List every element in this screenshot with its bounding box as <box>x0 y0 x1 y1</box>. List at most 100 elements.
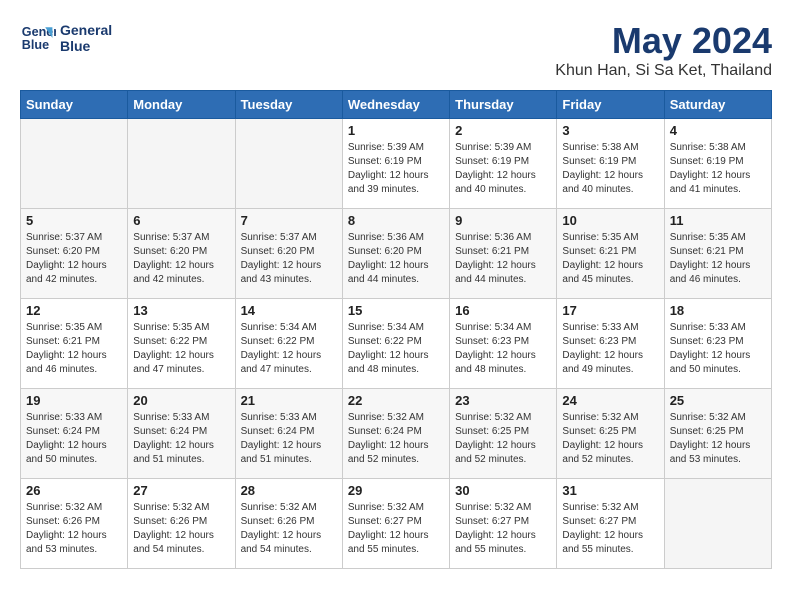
day-info: Sunrise: 5:32 AMSunset: 6:25 PMDaylight:… <box>670 411 766 467</box>
day-number: 16 <box>455 303 551 318</box>
calendar-cell: 30 Sunrise: 5:32 AMSunset: 6:27 PMDayligh… <box>450 479 557 569</box>
calendar-cell: 4Sunrise: 5:38 AMSunset: 6:19 PMDaylight… <box>664 119 771 209</box>
day-number: 6 <box>133 213 229 228</box>
calendar-cell: 15 Sunrise: 5:34 AMSunset: 6:22 PMDayligh… <box>342 299 449 389</box>
calendar-cell: 13 Sunrise: 5:35 AMSunset: 6:22 PMDayligh… <box>128 299 235 389</box>
calendar-cell: 25 Sunrise: 5:32 AMSunset: 6:25 PMDayligh… <box>664 389 771 479</box>
calendar-week-row: 5 Sunrise: 5:37 AMSunset: 6:20 PMDaylight… <box>21 209 772 299</box>
calendar-cell: 7 Sunrise: 5:37 AMSunset: 6:20 PMDaylight… <box>235 209 342 299</box>
calendar-cell: 5Sunrise: 5:37 AMSunset: 6:20 PMDaylight… <box>21 209 128 299</box>
day-info: Sunrise: 5:38 AMSunset: 6:19 PMDaylight:… <box>562 141 658 197</box>
calendar-cell: 10Sunrise: 5:35 AMSunset: 6:21 PMDayligh… <box>557 209 664 299</box>
logo: General Blue General Blue <box>20 20 112 56</box>
calendar-cell: 17Sunrise: 5:33 AMSunset: 6:23 PMDayligh… <box>557 299 664 389</box>
calendar-cell: 14Sunrise: 5:34 AMSunset: 6:22 PMDayligh… <box>235 299 342 389</box>
day-info: Sunrise: 5:37 AMSunset: 6:20 PMDaylight:… <box>241 231 337 287</box>
calendar-cell: 29 Sunrise: 5:32 AMSunset: 6:27 PMDayligh… <box>342 479 449 569</box>
day-number: 8 <box>348 213 444 228</box>
day-info: Sunrise: 5:36 AMSunset: 6:21 PMDaylight:… <box>455 231 551 287</box>
calendar-cell: 11 Sunrise: 5:35 AMSunset: 6:21 PMDayligh… <box>664 209 771 299</box>
day-info: Sunrise: 5:32 AMSunset: 6:26 PMDaylight:… <box>133 501 229 557</box>
day-number: 15 <box>348 303 444 318</box>
day-info: Sunrise: 5:32 AMSunset: 6:25 PMDaylight:… <box>455 411 551 467</box>
day-number: 25 <box>670 393 766 408</box>
calendar-cell: 31Sunrise: 5:32 AMSunset: 6:27 PMDayligh… <box>557 479 664 569</box>
calendar-week-row: 1 Sunrise: 5:39 AMSunset: 6:19 PMDaylight… <box>21 119 772 209</box>
day-info: Sunrise: 5:34 AMSunset: 6:22 PMDaylight:… <box>348 321 444 377</box>
calendar-cell: 23 Sunrise: 5:32 AMSunset: 6:25 PMDayligh… <box>450 389 557 479</box>
calendar-title: May 2024 <box>555 20 772 62</box>
day-number: 30 <box>455 483 551 498</box>
day-info: Sunrise: 5:32 AMSunset: 6:27 PMDaylight:… <box>348 501 444 557</box>
day-info: Sunrise: 5:32 AMSunset: 6:25 PMDaylight:… <box>562 411 658 467</box>
day-info: Sunrise: 5:32 AMSunset: 6:26 PMDaylight:… <box>26 501 122 557</box>
calendar-cell: 6 Sunrise: 5:37 AMSunset: 6:20 PMDaylight… <box>128 209 235 299</box>
calendar-cell: 27 Sunrise: 5:32 AMSunset: 6:26 PMDayligh… <box>128 479 235 569</box>
weekday-header-saturday: Saturday <box>664 91 771 119</box>
calendar-cell: 24 Sunrise: 5:32 AMSunset: 6:25 PMDayligh… <box>557 389 664 479</box>
day-info: Sunrise: 5:32 AMSunset: 6:27 PMDaylight:… <box>455 501 551 557</box>
calendar-body: 1 Sunrise: 5:39 AMSunset: 6:19 PMDaylight… <box>21 119 772 569</box>
day-info: Sunrise: 5:32 AMSunset: 6:26 PMDaylight:… <box>241 501 337 557</box>
day-info: Sunrise: 5:35 AMSunset: 6:22 PMDaylight:… <box>133 321 229 377</box>
day-number: 12 <box>26 303 122 318</box>
day-info: Sunrise: 5:39 AMSunset: 6:19 PMDaylight:… <box>455 141 551 197</box>
weekday-header-row: SundayMondayTuesdayWednesdayThursdayFrid… <box>21 91 772 119</box>
calendar-subtitle: Khun Han, Si Sa Ket, Thailand <box>555 62 772 80</box>
weekday-header-sunday: Sunday <box>21 91 128 119</box>
weekday-header-thursday: Thursday <box>450 91 557 119</box>
calendar-cell: 9Sunrise: 5:36 AMSunset: 6:21 PMDaylight… <box>450 209 557 299</box>
day-info: Sunrise: 5:39 AMSunset: 6:19 PMDaylight:… <box>348 141 444 197</box>
calendar-week-row: 26 Sunrise: 5:32 AMSunset: 6:26 PMDayligh… <box>21 479 772 569</box>
day-number: 14 <box>241 303 337 318</box>
calendar-cell: 20 Sunrise: 5:33 AMSunset: 6:24 PMDayligh… <box>128 389 235 479</box>
day-number: 18 <box>670 303 766 318</box>
page-header: General Blue General Blue May 2024 Khun … <box>20 20 772 80</box>
svg-text:Blue: Blue <box>22 38 49 52</box>
day-info: Sunrise: 5:37 AMSunset: 6:20 PMDaylight:… <box>133 231 229 287</box>
day-number: 1 <box>348 123 444 138</box>
day-number: 2 <box>455 123 551 138</box>
logo-line2: Blue <box>60 38 112 54</box>
day-number: 11 <box>670 213 766 228</box>
day-info: Sunrise: 5:33 AMSunset: 6:24 PMDaylight:… <box>133 411 229 467</box>
calendar-cell: 1 Sunrise: 5:39 AMSunset: 6:19 PMDaylight… <box>342 119 449 209</box>
day-number: 26 <box>26 483 122 498</box>
calendar-cell: 18 Sunrise: 5:33 AMSunset: 6:23 PMDayligh… <box>664 299 771 389</box>
calendar-cell <box>128 119 235 209</box>
calendar-cell <box>235 119 342 209</box>
weekday-header-tuesday: Tuesday <box>235 91 342 119</box>
day-info: Sunrise: 5:33 AMSunset: 6:23 PMDaylight:… <box>670 321 766 377</box>
day-number: 7 <box>241 213 337 228</box>
day-info: Sunrise: 5:33 AMSunset: 6:24 PMDaylight:… <box>241 411 337 467</box>
logo-icon: General Blue <box>20 20 56 56</box>
day-number: 5 <box>26 213 122 228</box>
day-number: 13 <box>133 303 229 318</box>
day-info: Sunrise: 5:35 AMSunset: 6:21 PMDaylight:… <box>562 231 658 287</box>
day-info: Sunrise: 5:35 AMSunset: 6:21 PMDaylight:… <box>670 231 766 287</box>
day-number: 20 <box>133 393 229 408</box>
day-info: Sunrise: 5:38 AMSunset: 6:19 PMDaylight:… <box>670 141 766 197</box>
day-number: 27 <box>133 483 229 498</box>
calendar-cell: 2 Sunrise: 5:39 AMSunset: 6:19 PMDaylight… <box>450 119 557 209</box>
day-number: 29 <box>348 483 444 498</box>
calendar-cell: 26 Sunrise: 5:32 AMSunset: 6:26 PMDayligh… <box>21 479 128 569</box>
day-number: 24 <box>562 393 658 408</box>
day-info: Sunrise: 5:34 AMSunset: 6:23 PMDaylight:… <box>455 321 551 377</box>
day-info: Sunrise: 5:36 AMSunset: 6:20 PMDaylight:… <box>348 231 444 287</box>
calendar-cell <box>664 479 771 569</box>
day-number: 23 <box>455 393 551 408</box>
calendar-cell: 21Sunrise: 5:33 AMSunset: 6:24 PMDayligh… <box>235 389 342 479</box>
calendar-cell: 28Sunrise: 5:32 AMSunset: 6:26 PMDayligh… <box>235 479 342 569</box>
day-number: 31 <box>562 483 658 498</box>
day-info: Sunrise: 5:33 AMSunset: 6:23 PMDaylight:… <box>562 321 658 377</box>
day-info: Sunrise: 5:35 AMSunset: 6:21 PMDaylight:… <box>26 321 122 377</box>
calendar-header: SundayMondayTuesdayWednesdayThursdayFrid… <box>21 91 772 119</box>
calendar-cell: 16 Sunrise: 5:34 AMSunset: 6:23 PMDayligh… <box>450 299 557 389</box>
calendar-cell: 12 Sunrise: 5:35 AMSunset: 6:21 PMDayligh… <box>21 299 128 389</box>
weekday-header-friday: Friday <box>557 91 664 119</box>
day-info: Sunrise: 5:33 AMSunset: 6:24 PMDaylight:… <box>26 411 122 467</box>
logo-line1: General <box>60 22 112 38</box>
weekday-header-monday: Monday <box>128 91 235 119</box>
day-number: 22 <box>348 393 444 408</box>
